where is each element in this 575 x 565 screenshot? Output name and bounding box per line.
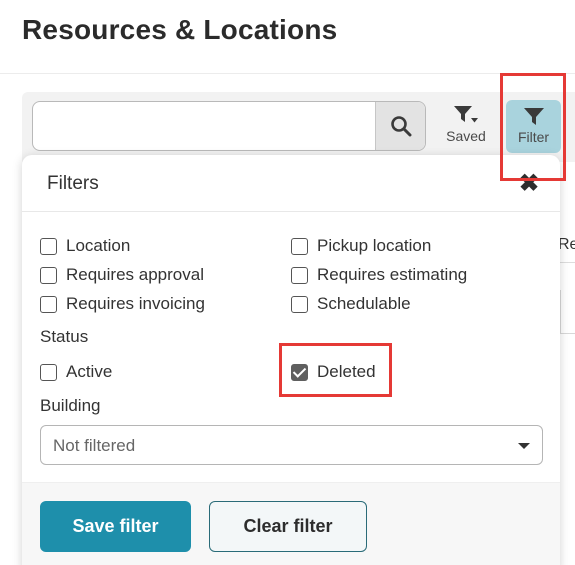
checkbox-box[interactable] bbox=[291, 237, 308, 255]
building-select-value: Not filtered bbox=[53, 436, 136, 455]
clear-filter-button[interactable]: Clear filter bbox=[209, 501, 367, 552]
building-select[interactable]: Not filtered bbox=[40, 425, 543, 465]
checkbox-schedulable[interactable]: Schedulable bbox=[291, 294, 411, 314]
checkbox-requires-estimating[interactable]: Requires estimating bbox=[291, 265, 467, 285]
search-icon bbox=[390, 116, 411, 137]
page-title: Resources & Locations bbox=[22, 14, 338, 45]
checkbox-label: Location bbox=[66, 236, 131, 255]
checkbox-box[interactable] bbox=[40, 266, 57, 284]
saved-filters-button[interactable]: Saved bbox=[441, 104, 491, 150]
highlight-box-deleted bbox=[279, 343, 392, 397]
checkbox-pickup-location[interactable]: Pickup location bbox=[291, 236, 431, 256]
checkbox-box[interactable] bbox=[291, 266, 308, 284]
checkbox-box[interactable] bbox=[40, 363, 57, 381]
checkbox-label: Requires invoicing bbox=[66, 294, 205, 313]
title-divider bbox=[0, 73, 575, 74]
checkbox-box[interactable] bbox=[291, 295, 308, 313]
checkbox-label: Requires estimating bbox=[317, 265, 468, 284]
filter-dropdown-icon bbox=[454, 106, 478, 123]
checkbox-label: Requires approval bbox=[66, 265, 204, 284]
checkbox-label: Pickup location bbox=[317, 236, 432, 255]
status-section-label: Status bbox=[40, 327, 89, 346]
highlight-box-filter bbox=[500, 73, 566, 181]
building-section-label: Building bbox=[40, 396, 101, 415]
filters-panel-header: Filters ✖ bbox=[22, 155, 560, 212]
background-table-row bbox=[560, 290, 575, 334]
checkbox-box[interactable] bbox=[40, 295, 57, 313]
search-input[interactable] bbox=[33, 102, 377, 150]
save-filter-button[interactable]: Save filter bbox=[40, 501, 191, 552]
checkbox-box[interactable] bbox=[40, 237, 57, 255]
checkbox-label: Active bbox=[66, 362, 113, 381]
checkbox-label: Schedulable bbox=[317, 294, 411, 313]
chevron-down-icon bbox=[518, 443, 530, 449]
checkbox-requires-approval[interactable]: Requires approval bbox=[40, 265, 204, 285]
search-button[interactable] bbox=[375, 102, 425, 150]
filters-panel-title: Filters bbox=[47, 173, 99, 194]
background-divider bbox=[560, 262, 575, 263]
checkbox-active[interactable]: Active bbox=[40, 362, 112, 382]
saved-label: Saved bbox=[446, 128, 486, 144]
search-box bbox=[32, 101, 426, 151]
background-column-header: Re bbox=[558, 236, 575, 253]
checkbox-location[interactable]: Location bbox=[40, 236, 130, 256]
checkbox-requires-invoicing[interactable]: Requires invoicing bbox=[40, 294, 205, 314]
